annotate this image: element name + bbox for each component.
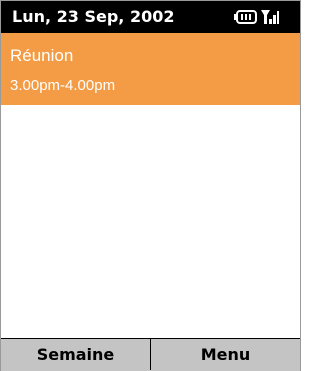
- appointment-time: 3.00pm-4.00pm: [10, 77, 116, 94]
- appointment-item[interactable]: Réunion 3.00pm-4.00pm: [1, 33, 300, 105]
- battery-icon: [234, 10, 257, 24]
- appointment-title: Réunion: [10, 46, 74, 65]
- menu-softkey[interactable]: Menu: [151, 339, 300, 370]
- semaine-softkey[interactable]: Semaine: [1, 339, 151, 370]
- softkey-bar: Semaine Menu: [1, 338, 300, 371]
- signal-strength-icon: [261, 10, 279, 24]
- status-date: Lun, 23 Sep, 2002: [12, 7, 175, 26]
- phone-screen: Lun, 23 Sep, 2002 Réunion 3.00pm-4.00pm …: [0, 0, 301, 371]
- status-bar: Lun, 23 Sep, 2002: [1, 1, 300, 33]
